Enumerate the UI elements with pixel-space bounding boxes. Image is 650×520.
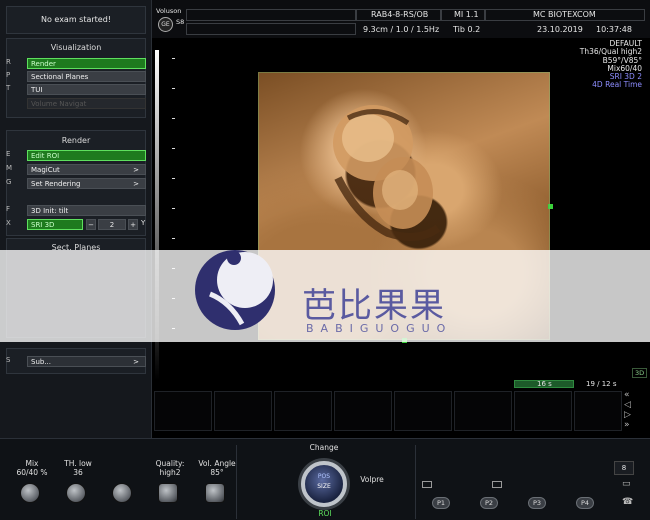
mi-value: MI 1.1 — [454, 10, 479, 19]
volpre-label: Volpre — [360, 475, 384, 484]
top-header: Voluson GE S8 RAB4-8-RS/OB MI 1.1 MC BIO… — [152, 0, 650, 38]
sri-value: 2 — [98, 219, 126, 230]
render-row-magicut[interactable]: M MagiCut > — [6, 164, 146, 175]
cine-timeline: 16 s 19 / 12 s 3D « ◁ ▷ » — [152, 368, 650, 436]
cine-bar[interactable]: 16 s — [514, 380, 574, 388]
trackball-icon[interactable]: POS SIZE — [301, 461, 347, 507]
control-panel: Mix 60/40 % TH. low 36 Quality: high2 Vo… — [0, 438, 650, 520]
p2-button[interactable]: P2 — [480, 497, 498, 509]
render-button[interactable]: Render — [27, 58, 146, 69]
side-digit-box: 8 — [614, 461, 634, 475]
visualization-title: Visualization — [50, 43, 102, 52]
phone-icon[interactable]: ☎ — [622, 497, 633, 507]
tui-button[interactable]: TUI — [27, 84, 146, 95]
cine-thumb[interactable] — [274, 391, 332, 431]
sri-suffix: Y — [141, 219, 146, 227]
depth-tick — [172, 238, 175, 239]
left-panel: No exam started! Visualization R Render … — [0, 0, 152, 438]
next-frame-icon[interactable]: ▷ — [624, 410, 640, 420]
exam-time: 10:37:48 — [596, 25, 632, 34]
quality-label: Quality: high2 — [155, 459, 185, 477]
init-row[interactable]: F 3D Init: tilt — [6, 205, 146, 216]
viz-row-sectional[interactable]: P Sectional Planes — [6, 71, 146, 82]
image-settings-info: DEFAULT Th36/Qual high2 B59°/V85° Mix60/… — [579, 39, 642, 90]
cine-thumb[interactable] — [154, 391, 212, 431]
printer-icon[interactable] — [422, 481, 432, 488]
quality-knob[interactable] — [158, 483, 178, 503]
watermark-text: 芭比果果 — [302, 286, 446, 326]
p4-button[interactable]: P4 — [576, 497, 594, 509]
sri-plus-button[interactable]: + — [128, 219, 138, 230]
vol-angle-knob[interactable] — [205, 483, 225, 503]
unlabeled-knob[interactable] — [112, 483, 132, 503]
brand-model: S8 — [176, 18, 185, 26]
chevron-right-icon: > — [133, 358, 139, 366]
viz-row-tui[interactable]: T TUI — [6, 84, 146, 95]
chevron-right-icon: > — [133, 166, 139, 174]
3d-init-button[interactable]: 3D Init: tilt — [27, 205, 146, 216]
cine-thumb[interactable] — [334, 391, 392, 431]
tib-value: Tib 0.2 — [453, 25, 481, 34]
depth-tick — [172, 118, 175, 119]
cine-thumb[interactable] — [574, 391, 622, 431]
p1-button[interactable]: P1 — [432, 497, 450, 509]
exam-status: No exam started! — [40, 15, 111, 24]
render-row-setrendering[interactable]: G Set Rendering > — [6, 178, 146, 189]
watermark-logo-icon — [195, 250, 275, 330]
cine-thumb[interactable] — [454, 391, 512, 431]
vol-angle-label: Vol. Angle 85° — [198, 459, 236, 477]
site-name: MC BIOTEXCOM — [533, 10, 596, 19]
sri-row[interactable]: X SRI 3D − 2 + Y — [6, 219, 146, 230]
sectional-planes-button[interactable]: Sectional Planes — [27, 71, 146, 82]
roi-label: ROI — [318, 509, 332, 518]
mix-label: Mix 60/40 % — [16, 459, 48, 477]
depth-tick — [172, 58, 175, 59]
viz-row-render[interactable]: R Render — [6, 58, 146, 69]
cine-thumb[interactable] — [394, 391, 452, 431]
magicut-button[interactable]: MagiCut > — [27, 164, 146, 175]
sri-minus-button[interactable]: − — [86, 219, 96, 230]
trackball-size: SIZE — [317, 483, 331, 490]
depth-tick — [172, 178, 175, 179]
header-box-1 — [186, 9, 356, 21]
th-low-label: TH. low 36 — [64, 459, 92, 477]
printer-icon[interactable]: ▭ — [622, 479, 631, 489]
p3-button[interactable]: P3 — [528, 497, 546, 509]
ge-logo-icon: GE — [158, 17, 173, 32]
trackball-pos: POS — [317, 473, 331, 480]
th-low-knob[interactable] — [66, 483, 86, 503]
cine-thumb[interactable] — [214, 391, 272, 431]
sri-3d-button[interactable]: SRI 3D — [27, 219, 83, 230]
cine-nav-controls: « ◁ ▷ » — [624, 390, 640, 430]
mode-tag: 3D — [632, 368, 648, 378]
prev-frame-icon[interactable]: ◁ — [624, 400, 640, 410]
sub-row[interactable]: S Sub... > — [6, 356, 146, 367]
cine-thumb[interactable] — [514, 391, 572, 431]
change-label: Change — [309, 443, 339, 452]
depth-value: 9.3cm / 1.0 / 1.5Hz — [363, 25, 440, 34]
edit-roi-button[interactable]: Edit ROI — [27, 150, 146, 161]
header-box-2 — [186, 23, 356, 35]
set-rendering-button[interactable]: Set Rendering > — [27, 178, 146, 189]
render-row-roi[interactable]: E Edit ROI — [6, 150, 146, 161]
mix-knob[interactable] — [20, 483, 40, 503]
depth-tick — [172, 208, 175, 209]
last-frame-icon[interactable]: » — [624, 420, 640, 430]
viz-row-volnav: Volume Navigat — [6, 98, 146, 109]
brand-name: Voluson — [156, 7, 182, 15]
render-title: Render — [61, 136, 91, 145]
cine-frames: 19 / 12 s — [586, 380, 617, 388]
volume-navigation-button: Volume Navigat — [27, 98, 146, 109]
exam-date: 23.10.2019 — [537, 25, 583, 34]
probe-name: RAB4-8-RS/OB — [371, 10, 429, 19]
printer-icon[interactable] — [492, 481, 502, 488]
cine-time: 16 s — [537, 380, 552, 388]
depth-tick — [172, 148, 175, 149]
sub-button[interactable]: Sub... > — [27, 356, 146, 367]
watermark-subtext: BABIGUOGUO — [306, 322, 453, 335]
chevron-right-icon: > — [133, 180, 139, 188]
depth-tick — [172, 88, 175, 89]
first-frame-icon[interactable]: « — [624, 390, 640, 400]
status-box: No exam started! — [6, 6, 146, 34]
